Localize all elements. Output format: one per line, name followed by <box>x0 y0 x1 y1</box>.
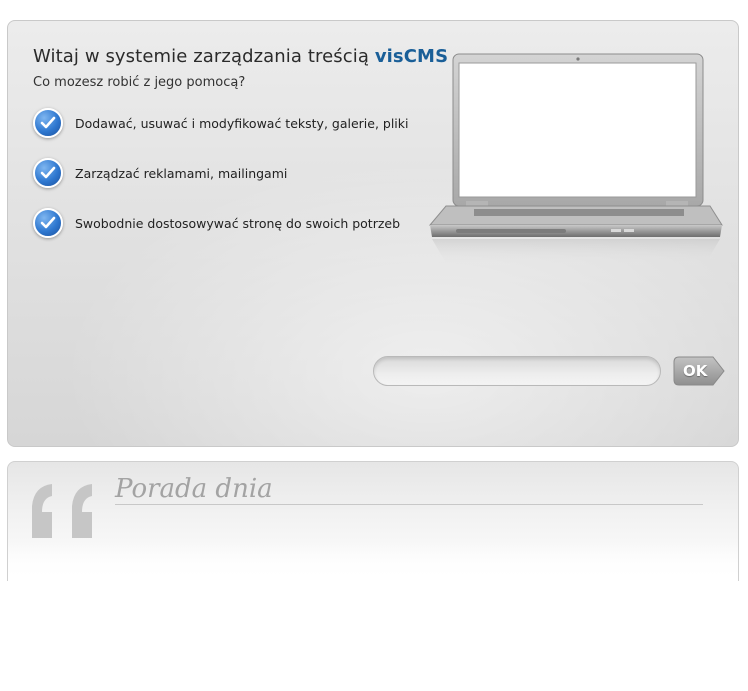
checkmark-icon <box>33 208 63 238</box>
search-input[interactable] <box>373 356 661 386</box>
page-title: Witaj w systemie zarządzania treścią vis… <box>33 46 448 67</box>
tip-title-divider <box>115 504 703 505</box>
quote-icon <box>32 484 92 538</box>
feature-item-customize: Swobodnie dostosowywać stronę do swoich … <box>33 206 400 240</box>
ok-label: OK <box>683 362 708 380</box>
feature-label: Dodawać, usuwać i modyfikować teksty, ga… <box>75 115 409 131</box>
page-subtitle: Co mozesz robić z jego pomocą? <box>33 75 246 90</box>
feature-item-ads: Zarządzać reklamami, mailingami <box>33 156 287 190</box>
feature-label: Zarządzać reklamami, mailingami <box>75 165 288 181</box>
welcome-panel: Witaj w systemie zarządzania treścią vis… <box>7 20 739 447</box>
checkmark-icon <box>33 108 63 138</box>
ok-button[interactable]: OK <box>673 356 725 386</box>
checkmark-icon <box>33 158 63 188</box>
feature-item-content: Dodawać, usuwać i modyfikować teksty, ga… <box>33 106 409 140</box>
tip-title: Porada dnia <box>115 474 273 504</box>
laptop-illustration <box>426 51 726 291</box>
title-prefix: Witaj w systemie zarządzania treścią <box>33 46 375 67</box>
tip-of-the-day-panel: Porada dnia <box>7 461 739 581</box>
feature-label: Swobodnie dostosowywać stronę do swoich … <box>75 215 401 231</box>
